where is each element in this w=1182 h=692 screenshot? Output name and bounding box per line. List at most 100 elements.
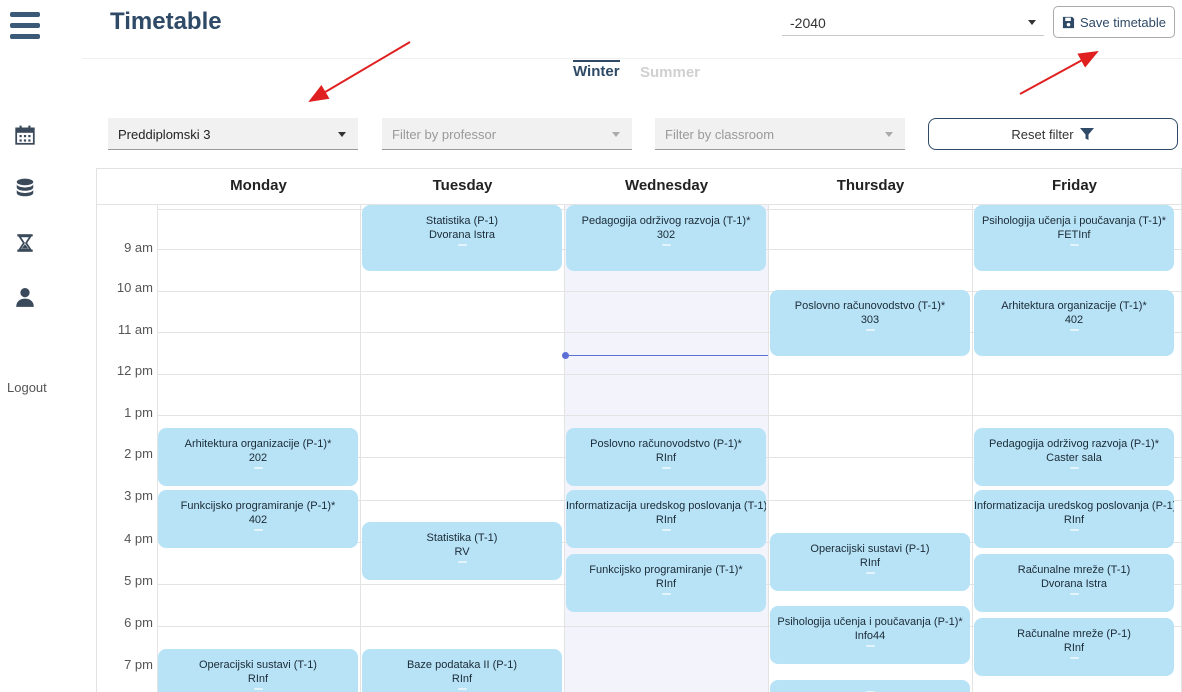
column-divider (360, 204, 361, 692)
save-timetable-button[interactable]: Save timetable (1053, 6, 1175, 38)
event-card[interactable]: Funkcijsko programiranje (T-1)* RInf (566, 554, 766, 612)
event-card[interactable]: Funkcijsko programiranje (P-1)* 402 (158, 490, 358, 548)
event-card[interactable]: Pedagogija održivog razvoja (T-1)* 302 (566, 205, 766, 271)
resize-handle[interactable] (253, 529, 263, 531)
event-card[interactable]: Arhitektura organizacije (P-1)* 202 (158, 428, 358, 486)
resize-handle[interactable] (1069, 593, 1079, 595)
event-card[interactable]: Operacijski sustavi (P-1) RInf (770, 533, 970, 591)
event-card[interactable]: Poslovno računovodstvo (P-1)* RInf (566, 428, 766, 486)
classroom-filter-placeholder: Filter by classroom (665, 127, 775, 142)
column-divider (972, 204, 973, 692)
event-card[interactable]: Psihologija učenja i poučavanja (T-1)* FE… (974, 205, 1174, 271)
event-card[interactable]: Računalne mreže (T-1) Dvorana Istra (974, 554, 1174, 612)
event-title: Informatizacija uredskog poslovanja (P-1… (974, 500, 1174, 512)
event-card[interactable]: Informatizacija uredskog poslovanja (T-1… (566, 490, 766, 548)
event-title: Poslovno računovodstvo (T-1)* (794, 300, 946, 312)
resize-handle[interactable] (661, 529, 671, 531)
event-title: Psihologija učenja i poučavanja (P-1)* (777, 616, 963, 628)
event-card[interactable]: Informatizacija uredskog poslovanja (P-1… (974, 490, 1174, 548)
timetable-app: Logout Timetable -2040 Save timetable Wi… (0, 0, 1182, 692)
event-room: RInf (655, 578, 677, 590)
resize-handle[interactable] (1069, 329, 1079, 331)
event-title: Psihologija učenja i poučavanja (T-1)* (981, 215, 1167, 227)
menu-icon[interactable] (10, 12, 40, 40)
day-header-monday: Monday (230, 177, 287, 194)
event-title: Operacijski sustavi (P-1) (810, 543, 930, 555)
event-title: Pedagogija održivog razvoja (T-1)* (581, 215, 751, 227)
resize-handle[interactable] (253, 467, 263, 469)
event-title: Arhitektura organizacije (P-1)* (184, 438, 332, 450)
event-card[interactable]: Baze podataka II (P-1) RInf (362, 649, 562, 692)
event-title: Baze podataka II (P-1) (406, 659, 518, 671)
chevron-down-icon (612, 132, 620, 137)
time-label: 6 pm (124, 615, 153, 630)
event-card[interactable]: Statistika (T-1) RV (362, 522, 562, 580)
event-room: RInf (655, 514, 677, 526)
event-room: 402 (248, 514, 268, 526)
database-icon[interactable] (14, 177, 36, 199)
hourglass-icon[interactable] (14, 232, 36, 254)
resize-handle[interactable] (457, 561, 467, 563)
event-card[interactable]: Statistika (P-1) Dvorana Istra (362, 205, 562, 271)
user-icon[interactable] (14, 286, 36, 308)
time-label: 11 am (117, 322, 153, 337)
resize-handle[interactable] (457, 244, 467, 246)
resize-handle[interactable] (1069, 467, 1079, 469)
professor-filter[interactable]: Filter by professor (382, 118, 632, 150)
event-room: RInf (247, 673, 269, 685)
event-title: Informatizacija uredskog poslovanja (T-1… (566, 500, 766, 512)
event-title: Funkcijsko programiranje (P-1)* (180, 500, 336, 512)
resize-handle[interactable] (661, 467, 671, 469)
event-room: RInf (1063, 514, 1085, 526)
event-room: Dvorana Istra (1040, 578, 1108, 590)
resize-handle[interactable] (1069, 244, 1079, 246)
filter-icon (1079, 128, 1094, 140)
time-label: 7 pm (124, 657, 153, 672)
day-header-thursday: Thursday (836, 177, 905, 194)
resize-handle[interactable] (1069, 657, 1079, 659)
program-select[interactable]: Preddiplomski 3 (108, 118, 358, 150)
hour-gridline (157, 415, 1182, 416)
event-title: Arhitektura organizacije (T-1)* (1001, 300, 1147, 312)
resize-handle[interactable] (457, 688, 467, 690)
event-card[interactable]: Pedagogija održivog razvoja (P-1)* Caster… (974, 428, 1174, 486)
event-card[interactable]: Psihologija učenja i poučavanja (P-1)* In… (770, 606, 970, 664)
tab-winter[interactable]: Winter (573, 60, 620, 80)
resize-handle[interactable] (253, 688, 263, 690)
event-room: 202 (248, 452, 268, 464)
event-room: Caster sala (1046, 452, 1102, 464)
event-title: Statistika (P-1) (425, 215, 499, 227)
tab-summer[interactable]: Summer (640, 64, 700, 81)
year-select[interactable]: -2040 (782, 8, 1044, 36)
resize-handle[interactable] (865, 572, 875, 574)
resize-handle[interactable] (865, 329, 875, 331)
calendar-icon[interactable] (14, 124, 36, 146)
weekly-calendar: Monday Tuesday Wednesday Thursday Friday… (96, 168, 1182, 692)
resize-handle[interactable] (661, 593, 671, 595)
event-card[interactable]: Operacijski sustavi (T-1) RInf (158, 649, 358, 692)
event-room: Info44 (854, 630, 886, 642)
event-room: Dvorana Istra (428, 229, 496, 241)
event-card[interactable]: Računalne mreže (P-1) RInf (974, 618, 1174, 676)
hour-gridline (157, 374, 1182, 375)
event-card[interactable]: Poslovno računovodstvo (T-1)* 303 (770, 290, 970, 356)
side-rail: Logout (0, 0, 62, 692)
logout-link[interactable]: Logout (7, 380, 47, 395)
day-header-wednesday: Wednesday (624, 177, 709, 194)
event-title: Statistika (T-1) (426, 532, 498, 544)
time-label: 3 pm (124, 488, 153, 503)
event-title: Poslovno računovodstvo (P-1)* (590, 438, 742, 450)
resize-handle[interactable] (865, 645, 875, 647)
annotation-arrow (308, 41, 411, 103)
event-title: Funkcijsko programiranje (T-1)* (589, 564, 743, 576)
time-label: 5 pm (124, 573, 153, 588)
time-label: 9 am (124, 240, 153, 255)
event-card[interactable]: Arhitektura organizacije (T-1)* 402 (974, 290, 1174, 356)
classroom-filter[interactable]: Filter by classroom (655, 118, 905, 150)
reset-filter-button[interactable]: Reset filter (928, 118, 1178, 150)
event-card[interactable] (770, 680, 970, 692)
resize-handle[interactable] (661, 244, 671, 246)
event-title: Operacijski sustavi (T-1) (199, 659, 317, 671)
resize-handle[interactable] (1069, 529, 1079, 531)
column-divider (768, 204, 769, 692)
